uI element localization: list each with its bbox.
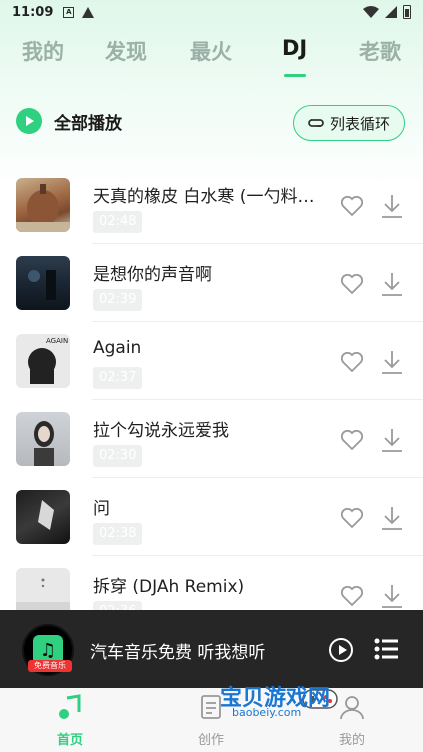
player-cover-badge: 免费音乐 bbox=[28, 660, 72, 672]
song-row[interactable]: AGAIN Again 02:37 bbox=[0, 322, 423, 400]
song-title: 问 bbox=[93, 499, 110, 519]
nav-create-label: 创作 bbox=[197, 733, 224, 748]
song-row[interactable]: 问 02:38 bbox=[0, 478, 423, 556]
download-icon[interactable] bbox=[380, 583, 404, 609]
song-duration: 02:38 bbox=[93, 523, 143, 545]
heart-icon[interactable] bbox=[340, 429, 364, 451]
player-cover: ♫ 免费音乐 bbox=[22, 624, 74, 676]
song-title: 拆穿 (DJAh Remix) bbox=[93, 577, 245, 597]
watermark-url: baobeiy.com bbox=[232, 706, 302, 719]
battery-icon bbox=[403, 5, 411, 19]
mini-player[interactable]: ♫ 免费音乐 汽车音乐免费 听我想听 bbox=[0, 610, 423, 688]
heart-icon[interactable] bbox=[340, 351, 364, 373]
header-background bbox=[0, 0, 423, 190]
song-duration: 02:39 bbox=[93, 289, 143, 311]
album-cover: AGAIN bbox=[16, 334, 70, 388]
song-row[interactable]: 拉个勾说永远爱我 02:30 bbox=[0, 400, 423, 478]
play-circle-icon bbox=[16, 108, 42, 134]
download-icon[interactable] bbox=[380, 193, 404, 219]
active-tab-indicator bbox=[284, 74, 306, 77]
song-title: Again bbox=[93, 338, 142, 358]
warning-icon bbox=[82, 6, 95, 18]
song-row[interactable]: 是想你的声音啊 02:39 bbox=[0, 244, 423, 322]
song-list: 天真的橡皮 白水寒 (一勺料… 02:48 是想你的声音啊 02:39 AGAI… bbox=[0, 166, 423, 634]
heart-icon[interactable] bbox=[340, 195, 364, 217]
album-cover bbox=[16, 412, 70, 466]
tab-hottest[interactable]: 最火 bbox=[190, 36, 232, 66]
song-title: 拉个勾说永远爱我 bbox=[93, 421, 229, 441]
heart-icon[interactable] bbox=[340, 585, 364, 607]
play-all-button[interactable]: 全部播放 bbox=[16, 108, 122, 134]
download-icon[interactable] bbox=[380, 349, 404, 375]
download-icon[interactable] bbox=[380, 271, 404, 297]
album-cover bbox=[16, 256, 70, 310]
watermark: 宝贝游戏网 baobeiy.com bbox=[220, 680, 423, 752]
nav-home-label: 首页 bbox=[56, 733, 83, 748]
download-icon[interactable] bbox=[380, 427, 404, 453]
loop-mode-button[interactable]: 列表循环 bbox=[293, 105, 405, 141]
tab-mine[interactable]: 我的 bbox=[22, 36, 64, 66]
cover-text: AGAIN bbox=[46, 337, 68, 345]
nav-home[interactable]: 首页 bbox=[40, 694, 100, 748]
song-duration: 02:37 bbox=[93, 367, 143, 389]
download-icon[interactable] bbox=[380, 505, 404, 531]
album-cover bbox=[16, 490, 70, 544]
signal-icon bbox=[385, 6, 397, 18]
song-duration: 02:48 bbox=[93, 211, 143, 233]
category-tabs: 我的 发现 最火 DJ 老歌 bbox=[0, 30, 423, 80]
notification-a-icon: A bbox=[63, 6, 75, 18]
tab-dj[interactable]: DJ bbox=[282, 36, 307, 60]
loop-mode-label: 列表循环 bbox=[329, 114, 390, 133]
status-bar: 11:09 A bbox=[0, 0, 423, 24]
song-title: 天真的橡皮 白水寒 (一勺料… bbox=[93, 187, 315, 207]
play-all-label: 全部播放 bbox=[54, 113, 122, 134]
wifi-icon bbox=[363, 6, 379, 18]
repeat-icon bbox=[308, 119, 324, 127]
playlist-icon[interactable] bbox=[374, 638, 398, 660]
song-duration: 02:30 bbox=[93, 445, 143, 467]
heart-icon[interactable] bbox=[340, 273, 364, 295]
song-row[interactable]: 天真的橡皮 白水寒 (一勺料… 02:48 bbox=[0, 166, 423, 244]
player-title: 汽车音乐免费 听我想听 bbox=[90, 643, 266, 663]
music-note-icon bbox=[59, 694, 81, 719]
album-cover bbox=[16, 178, 70, 232]
play-icon[interactable] bbox=[329, 638, 353, 662]
tab-discover[interactable]: 发现 bbox=[105, 36, 147, 66]
heart-icon[interactable] bbox=[340, 507, 364, 529]
song-title: 是想你的声音啊 bbox=[93, 265, 212, 285]
status-time: 11:09 bbox=[12, 4, 54, 20]
tab-oldies[interactable]: 老歌 bbox=[359, 36, 401, 66]
